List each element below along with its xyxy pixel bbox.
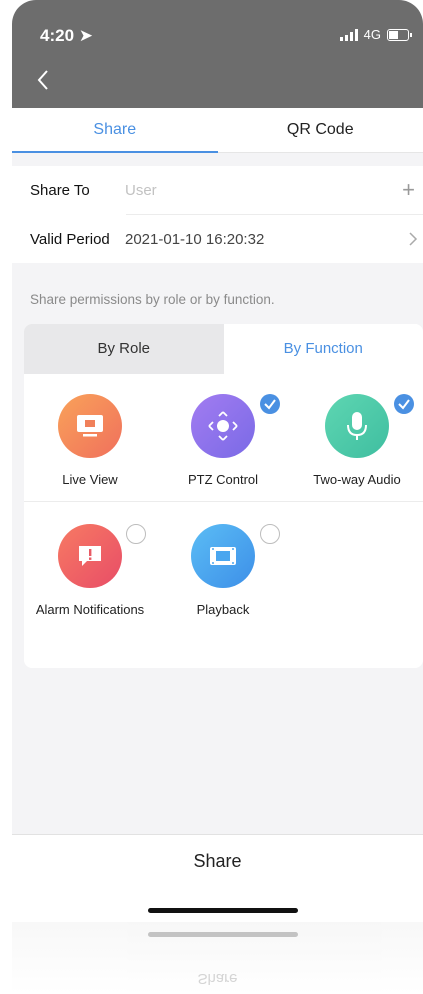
alarm-message-icon: [58, 524, 122, 588]
permissions-card: By Role By Function Live View PTZ Contro…: [24, 324, 423, 668]
ptz-joystick-icon: [191, 394, 255, 458]
valid-period-row[interactable]: Valid Period 2021-01-10 16:20:32: [30, 214, 423, 263]
ptz-control-label: PTZ Control: [187, 472, 259, 487]
alarm-notifications-label: Alarm Notifications: [35, 602, 145, 617]
function-row-1: Live View PTZ Control Two-way Audio: [24, 374, 423, 502]
phone-screen: 4:20 ➤ 4G Share QR Code Share To User + …: [12, 0, 423, 922]
monitor-icon: [58, 394, 122, 458]
by-role-button[interactable]: By Role: [24, 324, 224, 374]
playback-label: Playback: [196, 602, 250, 617]
reflected-share-label: Share: [197, 970, 238, 987]
add-user-icon[interactable]: +: [402, 177, 415, 203]
time-text: 4:20: [40, 26, 75, 45]
film-icon: [191, 524, 255, 588]
chevron-right-icon[interactable]: [407, 231, 419, 247]
by-function-button[interactable]: By Function: [223, 324, 423, 374]
network-type: 4G: [363, 27, 381, 42]
share-to-input[interactable]: User: [125, 182, 157, 199]
bottom-bar: Share: [12, 834, 423, 922]
screen-reflection: Share: [12, 922, 423, 994]
valid-period-value[interactable]: 2021-01-10 16:20:32: [125, 231, 264, 248]
alarm-notifications-checkbox[interactable]: [126, 524, 146, 544]
share-to-row[interactable]: Share To User +: [12, 166, 423, 214]
location-arrow-icon: ➤: [78, 26, 94, 45]
ptz-control-checkbox[interactable]: [260, 394, 280, 414]
share-button[interactable]: Share: [12, 835, 423, 887]
status-indicators: 4G: [339, 27, 412, 42]
battery-icon: [387, 28, 412, 41]
tab-qr-code[interactable]: QR Code: [218, 108, 423, 152]
two-way-audio-checkbox[interactable]: [394, 394, 414, 414]
function-row-2: Alarm Notifications Playback: [24, 502, 423, 629]
status-time: 4:20 ➤: [40, 26, 93, 46]
live-view-label: Live View: [62, 472, 118, 487]
share-form: Share To User + Valid Period 2021-01-10 …: [12, 166, 423, 263]
microphone-icon: [325, 394, 389, 458]
two-way-audio-label: Two-way Audio: [313, 472, 401, 487]
reflected-home-indicator: [148, 932, 298, 937]
permission-mode-toggle: By Role By Function: [24, 324, 423, 374]
navigation-bar: 4:20 ➤ 4G: [12, 0, 423, 108]
tab-bar: Share QR Code: [12, 108, 423, 153]
back-icon[interactable]: [30, 66, 58, 94]
signal-icon: [339, 28, 358, 41]
valid-period-label: Valid Period: [30, 230, 110, 248]
share-to-label: Share To: [30, 181, 90, 199]
function-live-view[interactable]: Live View: [25, 394, 155, 487]
home-indicator[interactable]: [148, 908, 298, 913]
permission-hint: Share permissions by role or by function…: [30, 292, 275, 307]
tab-share[interactable]: Share: [12, 108, 218, 153]
playback-checkbox[interactable]: [260, 524, 280, 544]
